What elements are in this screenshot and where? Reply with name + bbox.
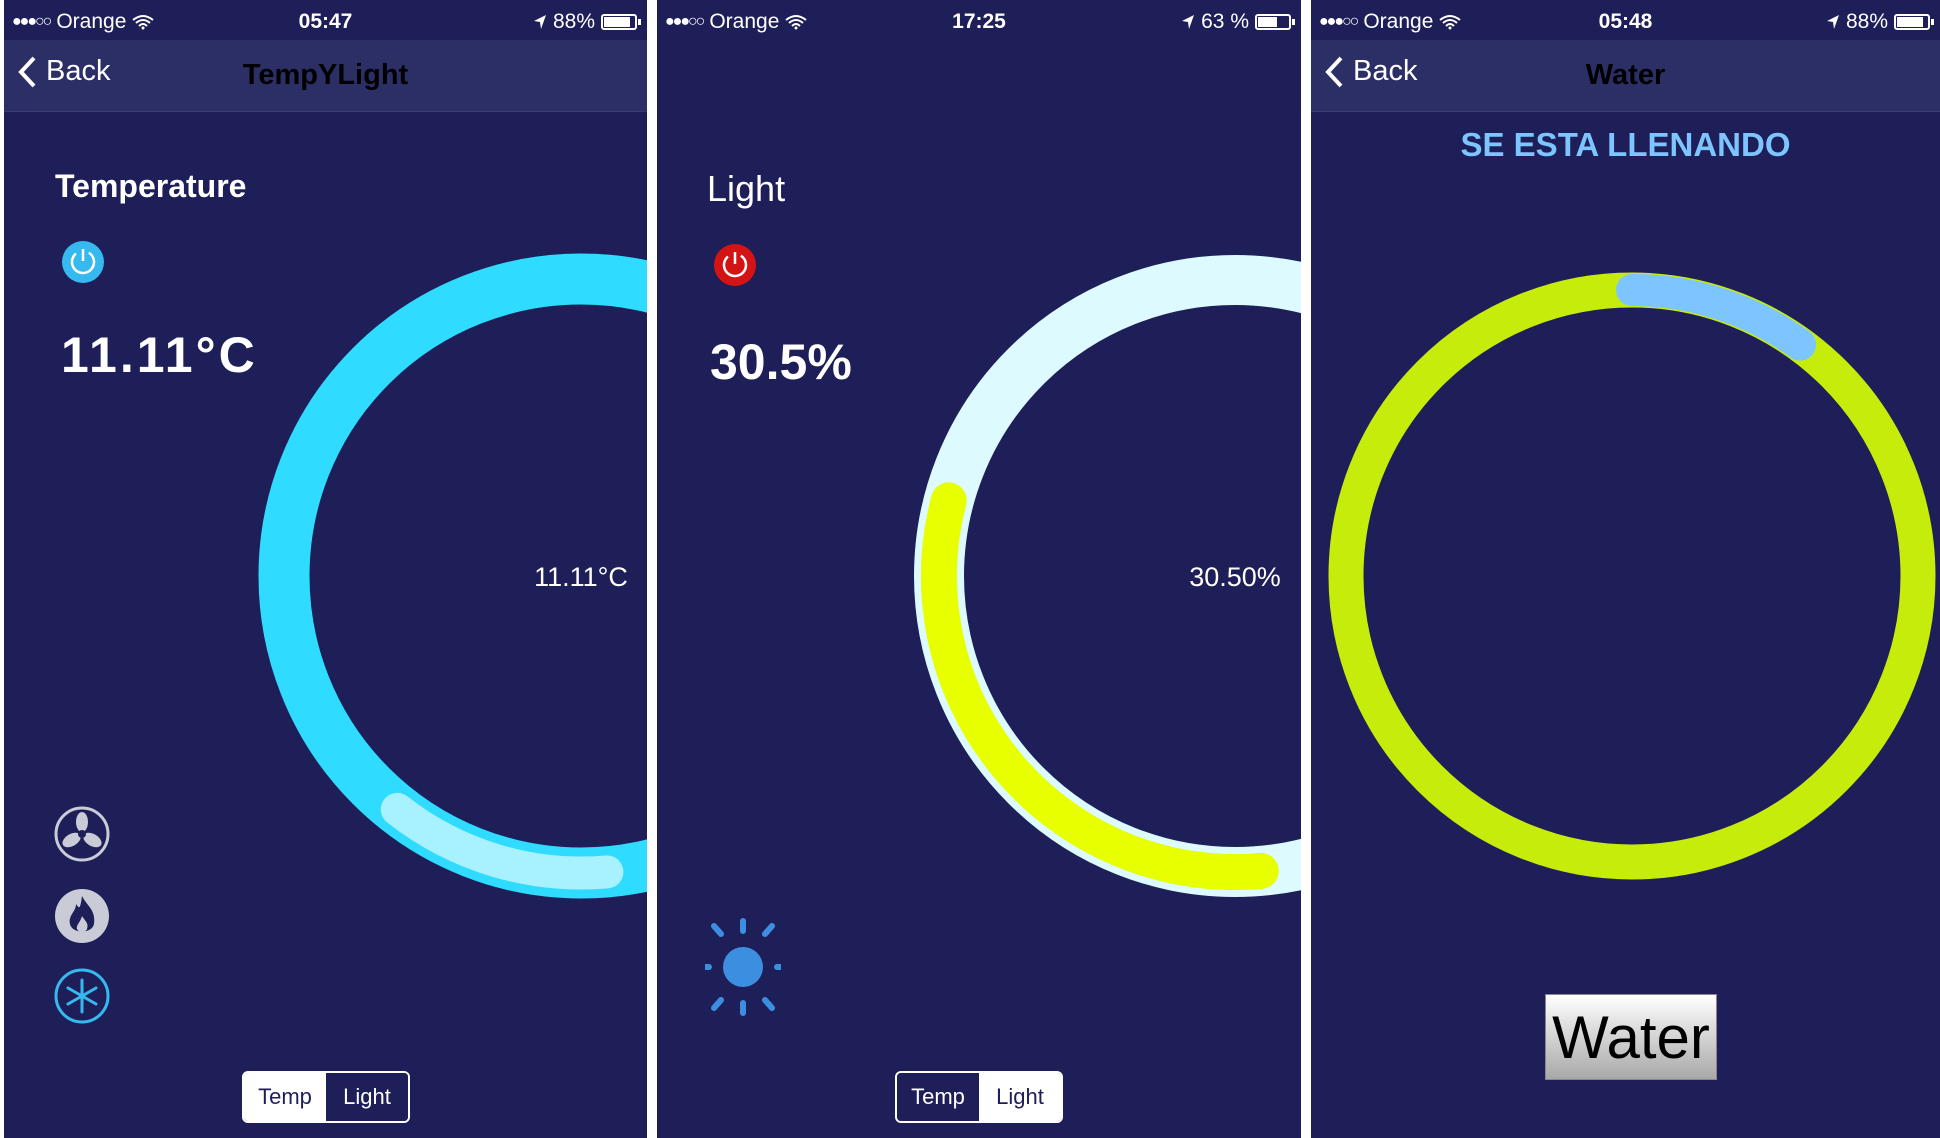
snowflake-icon[interactable] <box>54 968 110 1024</box>
segmented-control: Temp Light <box>242 1071 410 1123</box>
sun-icon[interactable] <box>705 910 781 1016</box>
fire-icon[interactable] <box>54 888 110 944</box>
water-gauge <box>1328 272 1936 880</box>
fan-icon[interactable] <box>54 806 110 862</box>
gauge-value-label: 11.11°C <box>534 562 628 592</box>
segment-light[interactable]: Light <box>326 1073 408 1121</box>
water-screen: ●●●○○ Orange 05:48 88% Back Water SE ESTA… <box>1311 0 1940 1138</box>
temperature-screen: ●●●○○ Orange 05:47 88% Back TempYLight Te… <box>4 0 647 1138</box>
segment-light[interactable]: Light <box>979 1073 1061 1121</box>
gauge-track <box>1328 272 1936 880</box>
light-screen: ●●●○○ Orange 17:25 63 % Light 30.5% 30.50… <box>657 0 1301 1138</box>
segment-temp[interactable]: Temp <box>244 1073 326 1121</box>
segmented-control: Temp Light <box>895 1071 1063 1123</box>
gauge-progress <box>1616 274 1817 361</box>
segment-temp[interactable]: Temp <box>897 1073 979 1121</box>
gauge-value-label: 30.50% <box>1189 562 1281 592</box>
water-button[interactable]: Water <box>1545 994 1717 1080</box>
